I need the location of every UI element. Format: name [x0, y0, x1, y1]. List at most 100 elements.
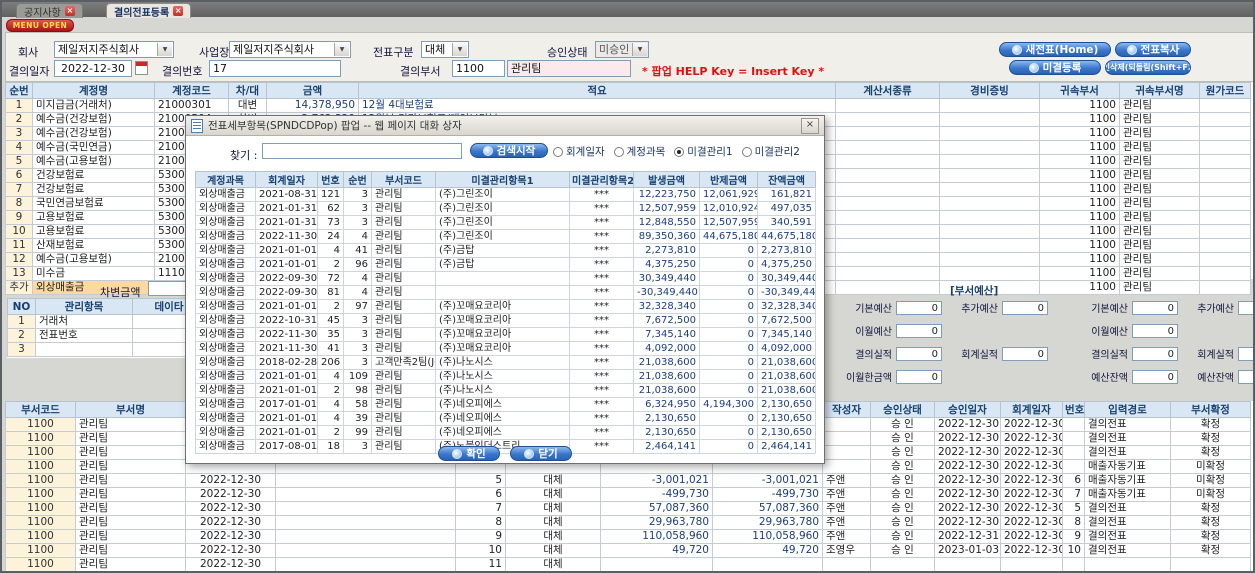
cell[interactable]: (주)꼬매요코리아: [435, 313, 570, 328]
cell[interactable]: 11: [5, 238, 33, 253]
table-row[interactable]: 외상매출금 2021-01-01 4 109 관리팀 (주)나노시스 *** 21,038,6…: [195, 369, 816, 384]
table-row[interactable]: 외상매출금 2017-01-01 4 58 관리팀 (주)네오피에스 *** 6,324,95…: [195, 397, 816, 412]
cell[interactable]: 관리팀: [371, 313, 436, 328]
cell[interactable]: 58: [343, 397, 372, 412]
cell[interactable]: 41: [343, 243, 372, 258]
cell[interactable]: 외상매출금: [195, 355, 256, 370]
cell[interactable]: 관리팀: [371, 243, 436, 258]
cell[interactable]: [600, 557, 713, 571]
cell[interactable]: 주앤: [822, 529, 871, 544]
cell[interactable]: 3: [343, 215, 372, 230]
cell[interactable]: 497,035: [757, 201, 816, 216]
tab-notice[interactable]: 공지사항 ×: [16, 3, 83, 19]
radio-circle-icon[interactable]: [553, 146, 563, 157]
cell[interactable]: 관리팀: [75, 515, 186, 530]
table-row[interactable]: 외상매출금 2021-01-31 62 3 관리팀 (주)그린조이 *** 12,507,95…: [195, 201, 816, 216]
cell[interactable]: 1: [7, 314, 36, 329]
cell[interactable]: ***: [569, 411, 634, 426]
cell[interactable]: 2: [317, 383, 344, 398]
cell[interactable]: 1100: [1039, 112, 1120, 127]
cell[interactable]: 외상매출금: [195, 369, 256, 384]
cell[interactable]: 4,092,000: [633, 341, 700, 356]
cell[interactable]: [835, 182, 940, 197]
search-input[interactable]: [262, 143, 462, 159]
cell[interactable]: 관리팀: [75, 501, 186, 516]
cell[interactable]: (주)그린조이: [435, 201, 570, 216]
cell[interactable]: 3: [343, 201, 372, 216]
cell[interactable]: 승 인: [870, 515, 935, 530]
cell[interactable]: 1100: [1039, 126, 1120, 141]
cell[interactable]: 대체: [505, 473, 601, 488]
cell[interactable]: ***: [569, 201, 634, 216]
cell[interactable]: 관리팀: [371, 271, 436, 286]
cell[interactable]: 관리팀: [75, 487, 186, 502]
cell[interactable]: 2022-12-30: [934, 445, 1001, 460]
cell[interactable]: ***: [569, 355, 634, 370]
cell[interactable]: 관리팀: [371, 257, 436, 272]
cell[interactable]: [1199, 280, 1251, 295]
cell[interactable]: 거래처: [35, 314, 133, 329]
cell[interactable]: 3: [343, 187, 372, 202]
cell[interactable]: 45: [317, 313, 344, 328]
cell[interactable]: 2: [7, 328, 36, 343]
cell[interactable]: 109: [343, 369, 372, 384]
cell[interactable]: 주앤: [822, 473, 871, 488]
cell[interactable]: 0: [699, 425, 758, 440]
cell[interactable]: 2022-11-30: [255, 229, 318, 244]
cell[interactable]: 2022-09-30: [255, 271, 318, 286]
cell[interactable]: 1100: [5, 487, 76, 502]
cell[interactable]: 49,720: [712, 543, 823, 558]
cell[interactable]: [835, 154, 940, 169]
cell[interactable]: 미수금: [32, 266, 155, 281]
cell[interactable]: 2021-01-01: [255, 411, 318, 426]
cell[interactable]: (주)그린조이: [435, 215, 570, 230]
cell[interactable]: 외상매출금: [195, 201, 256, 216]
cell[interactable]: 승 인: [870, 487, 935, 502]
close-icon[interactable]: ×: [801, 117, 819, 134]
cell[interactable]: 340,591: [757, 215, 816, 230]
cell[interactable]: [1062, 431, 1085, 446]
cell[interactable]: (주)꼬매요코리아: [435, 327, 570, 342]
cell[interactable]: 국민연금보험료: [32, 196, 155, 211]
table-row[interactable]: 외상매출금 2022-11-30 35 3 관리팀 (주)꼬매요코리아 *** 7,345,1…: [195, 327, 816, 342]
menu-open-button[interactable]: MENU OPEN: [6, 19, 74, 32]
search-start-button[interactable]: 검색시작: [470, 143, 548, 158]
cell[interactable]: 1100: [1039, 168, 1120, 183]
cell[interactable]: 2022-12-30: [1000, 501, 1063, 516]
cell[interactable]: ***: [569, 341, 634, 356]
cell[interactable]: 미확정: [1170, 459, 1251, 474]
table-row[interactable]: 외상매출금 2021-01-01 2 96 관리팀 (주)금탑 *** 4,375,250 0 4…: [195, 257, 816, 272]
cell[interactable]: (주)금탑: [435, 243, 570, 258]
cell[interactable]: 12,848,550: [633, 215, 700, 230]
cell[interactable]: 전표번호: [35, 328, 133, 343]
cell[interactable]: [1062, 417, 1085, 432]
cell[interactable]: 6: [455, 487, 506, 502]
cell[interactable]: 6: [5, 168, 33, 183]
cell[interactable]: 81: [317, 285, 344, 300]
cell[interactable]: 4: [343, 285, 372, 300]
cell[interactable]: 외상매출금: [195, 215, 256, 230]
cell[interactable]: 예수금(고용보험): [32, 252, 155, 267]
cell[interactable]: [934, 557, 1001, 571]
cell[interactable]: 2022-12-30: [1000, 515, 1063, 530]
cell[interactable]: 2022-12-31: [934, 529, 1001, 544]
cell[interactable]: [939, 210, 1040, 225]
cell[interactable]: [835, 98, 940, 113]
cell[interactable]: 승 인: [870, 473, 935, 488]
cell[interactable]: 2022-12-30: [934, 501, 1001, 516]
cell[interactable]: 4,194,300: [699, 397, 758, 412]
cell[interactable]: 4: [5, 140, 33, 155]
radio-option[interactable]: 미결관리2: [741, 144, 800, 159]
cell[interactable]: 11: [455, 557, 506, 571]
cell[interactable]: (주)그린조이: [435, 229, 570, 244]
cell[interactable]: 110,058,960: [600, 529, 713, 544]
cell[interactable]: 89,350,360: [633, 229, 700, 244]
table-row[interactable]: 1100 관리팀 2022-12-30 8 대체 29,963,780 29,963,780…: [5, 515, 1251, 530]
cell[interactable]: 2017-01-01: [255, 397, 318, 412]
table-row[interactable]: 외상매출금 2021-01-01 2 98 관리팀 (주)나노시스 *** 21,038,60…: [195, 383, 816, 398]
cell[interactable]: 13: [5, 266, 33, 281]
cell[interactable]: 12,010,924: [699, 201, 758, 216]
cell[interactable]: 1100: [5, 557, 76, 571]
chevron-down-icon[interactable]: ▼: [334, 43, 349, 56]
cell[interactable]: 미지급금(거래처): [32, 98, 155, 113]
